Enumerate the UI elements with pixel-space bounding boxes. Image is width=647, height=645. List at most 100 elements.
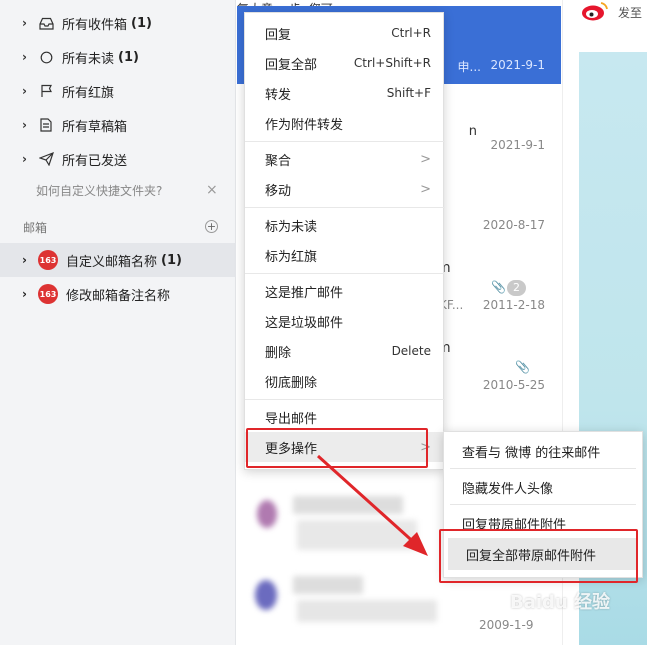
send-icon: [38, 151, 54, 167]
sidebar: › 所有收件箱 (1) › 所有未读 (1) › 所有红旗 › 所有草稿箱 › …: [0, 0, 236, 645]
weibo-icon: [582, 2, 608, 21]
folder-count: (1): [118, 49, 139, 65]
chevron-right-icon: ›: [22, 152, 27, 166]
folder-all-flagged[interactable]: › 所有红旗: [0, 74, 236, 108]
menu-item-label: 回复: [265, 27, 292, 43]
submenu-item-view-correspondence[interactable]: 查看与 微博 的往来邮件: [444, 435, 642, 467]
add-mailbox-icon[interactable]: +: [205, 220, 218, 233]
menu-item-label: 作为附件转发: [265, 117, 344, 133]
folder-all-drafts[interactable]: › 所有草稿箱: [0, 108, 236, 142]
close-icon[interactable]: ×: [206, 182, 218, 198]
menu-item-forward-as-attachment[interactable]: 作为附件转发: [245, 108, 445, 138]
more-actions-submenu: 查看与 微博 的往来邮件 隐藏发件人头像 回复带原邮件附件 回复全部带原邮件附件: [443, 431, 643, 578]
menu-item-shortcut: Ctrl+R: [391, 26, 431, 40]
attachment-icon: 📎: [491, 280, 506, 294]
menu-item-more-actions[interactable]: 更多操作 >: [245, 432, 445, 462]
mailbox-163-icon: 163: [38, 284, 58, 304]
chevron-right-icon: >: [420, 151, 431, 167]
menu-divider: [450, 504, 636, 505]
menu-divider: [245, 141, 445, 142]
menu-item-promotion[interactable]: 这是推广邮件: [245, 276, 445, 306]
menu-item-spam[interactable]: 这是垃圾邮件: [245, 306, 445, 336]
inbox-icon: [38, 15, 54, 31]
custom-folder-hint[interactable]: 如何自定义快捷文件夹?: [36, 182, 162, 199]
chevron-right-icon: ›: [22, 253, 27, 267]
draft-icon: [38, 117, 54, 133]
menu-item-aggregate[interactable]: 聚合 >: [245, 144, 445, 174]
menu-item-delete[interactable]: 删除 Delete: [245, 336, 445, 366]
mail-date: 2011-2-18: [482, 298, 545, 312]
menu-item-mark-unread[interactable]: 标为未读: [245, 210, 445, 240]
attachment-icon: 📎: [515, 360, 530, 374]
folder-label: 所有已发送: [62, 153, 128, 169]
menu-item-label: 聚合: [265, 153, 292, 169]
menu-divider: [245, 273, 445, 274]
blurred-text: [297, 520, 417, 550]
menu-item-mark-flag[interactable]: 标为红旗: [245, 240, 445, 270]
menu-item-label: 这是垃圾邮件: [265, 315, 344, 331]
mail-date: 2021-9-1: [490, 58, 545, 72]
menu-item-shortcut: Shift+F: [386, 86, 431, 100]
mail-subject-trunc: 申...: [457, 60, 481, 74]
menu-item-label: 删除: [265, 345, 292, 361]
blurred-text: [297, 600, 437, 622]
menu-item-reply[interactable]: 回复 Ctrl+R: [245, 18, 445, 48]
menu-item-forward[interactable]: 转发 Shift+F: [245, 78, 445, 108]
menu-item-shortcut: Ctrl+Shift+R: [353, 56, 431, 70]
menu-item-export[interactable]: 导出邮件: [245, 402, 445, 432]
context-menu: 回复 Ctrl+R 回复全部 Ctrl+Shift+R 转发 Shift+F 作…: [244, 12, 445, 470]
chevron-right-icon: ›: [22, 84, 27, 98]
mailbox-item-rename[interactable]: › 163 修改邮箱备注名称: [0, 277, 236, 311]
mailbox-label: 修改邮箱备注名称: [66, 288, 171, 304]
menu-divider: [245, 399, 445, 400]
submenu-item-hide-avatar[interactable]: 隐藏发件人头像: [444, 471, 642, 503]
mail-subject-trunc: n: [468, 124, 477, 139]
watermark-logo: Baidu 经验: [510, 592, 611, 613]
menu-item-label: 转发: [265, 87, 292, 103]
sent-to-label: 发至: [618, 6, 643, 20]
menu-item-label: 移动: [265, 183, 292, 199]
mailbox-label: 自定义邮箱名称: [66, 254, 158, 270]
chevron-right-icon: ›: [22, 16, 27, 30]
folder-label: 所有草稿箱: [62, 119, 128, 135]
avatar: [257, 500, 277, 528]
mail-date: 2020-8-17: [482, 218, 545, 232]
menu-item-label: 彻底删除: [265, 375, 318, 391]
menu-item-label: 标为红旗: [265, 249, 318, 265]
menu-item-label: 标为未读: [265, 219, 318, 235]
folder-label: 所有红旗: [62, 85, 115, 101]
chevron-right-icon: ›: [22, 50, 27, 64]
mail-date: 2009-1-9: [479, 618, 534, 632]
mail-date: 2010-5-25: [482, 378, 545, 392]
submenu-item-reply-with-attachment[interactable]: 回复带原邮件附件: [444, 507, 642, 539]
avatar: [255, 580, 277, 610]
circle-icon: [38, 49, 54, 65]
folder-label: 所有未读: [62, 51, 115, 67]
mailbox-count: (1): [161, 252, 182, 268]
menu-divider: [245, 207, 445, 208]
mailbox-item-custom[interactable]: › 163 自定义邮箱名称 (1): [0, 243, 236, 277]
menu-item-label: 更多操作: [265, 441, 318, 457]
submenu-item-reply-all-with-attachment[interactable]: 回复全部带原邮件附件: [448, 538, 638, 570]
blurred-text: [293, 576, 363, 594]
folder-all-unread[interactable]: › 所有未读 (1): [0, 40, 236, 74]
chevron-right-icon: ›: [22, 118, 27, 132]
chevron-right-icon: ›: [22, 287, 27, 301]
menu-item-delete-permanently[interactable]: 彻底删除: [245, 366, 445, 396]
menu-divider: [450, 468, 636, 469]
chevron-right-icon: >: [420, 439, 431, 455]
folder-count: (1): [131, 15, 152, 31]
menu-item-move[interactable]: 移动 >: [245, 174, 445, 204]
mail-date: 2021-9-1: [490, 138, 545, 152]
flag-icon: [38, 83, 54, 99]
mailbox-section-title: 邮箱: [23, 221, 48, 235]
mailbox-163-icon: 163: [38, 250, 58, 270]
folder-all-inbox[interactable]: › 所有收件箱 (1): [0, 6, 236, 40]
menu-item-label: 这是推广邮件: [265, 285, 344, 301]
blurred-text: [293, 496, 403, 514]
menu-item-label: 回复全部: [265, 57, 318, 73]
thread-count-badge: 2: [507, 280, 526, 296]
menu-item-reply-all[interactable]: 回复全部 Ctrl+Shift+R: [245, 48, 445, 78]
folder-all-sent[interactable]: › 所有已发送: [0, 142, 236, 176]
chevron-right-icon: >: [420, 181, 431, 197]
